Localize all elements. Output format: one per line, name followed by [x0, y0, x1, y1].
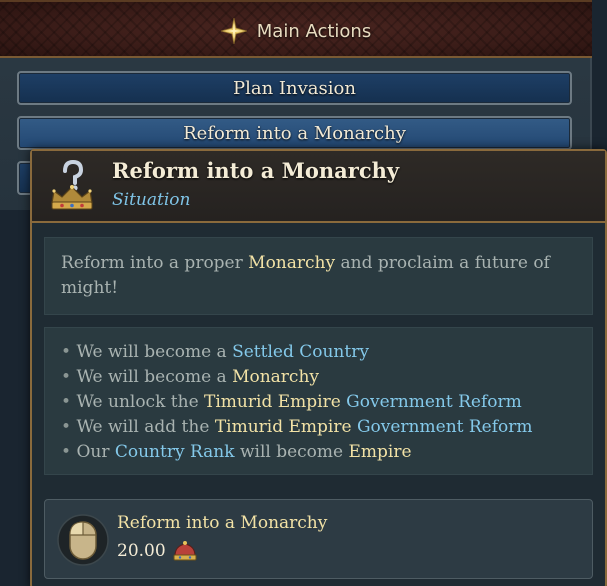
effect-row: • We will become a Monarchy [61, 365, 576, 390]
effect-row: • Our Country Rank will become Empire [61, 440, 576, 465]
empire-highlight: Empire [348, 442, 412, 462]
effect-row: • We will become a Settled Country [61, 340, 576, 365]
crown-question-icon [51, 159, 93, 210]
description-text: Reform into a proper [61, 253, 249, 273]
mouse-left-click-icon [57, 514, 109, 566]
reform-monarchy-button[interactable]: Reform into a Monarchy [17, 116, 572, 150]
effect-text: will become [234, 442, 349, 462]
effect-row: • We will add the Timurid Empire Governm… [61, 415, 576, 440]
tooltip-subtitle: Situation [112, 190, 191, 210]
bullet: • [61, 367, 77, 387]
tooltip-description: Reform into a proper Monarchy and procla… [44, 237, 593, 315]
bullet: • [61, 392, 77, 412]
bullet: • [61, 417, 77, 437]
tooltip-title: Reform into a Monarchy [112, 158, 400, 183]
crown-icon [173, 541, 197, 561]
effect-row: • We unlock the Timurid Empire Governmen… [61, 390, 576, 415]
panel-title: Main Actions [256, 20, 372, 42]
reform-tooltip: Reform into a Monarchy Situation Reform … [30, 149, 607, 586]
cost-value-row: 20.00 [117, 540, 198, 562]
effect-text: We will add the [76, 417, 215, 437]
settled-country-link[interactable]: Settled Country [232, 342, 369, 362]
panel-header: Main Actions [0, 0, 592, 58]
effect-text: Our [76, 442, 115, 462]
tooltip-cost-box: Reform into a Monarchy 20.00 [44, 499, 593, 579]
government-reform-link[interactable]: Government Reform [357, 417, 533, 437]
monarchy-highlight: Monarchy [232, 367, 320, 387]
timurid-empire-highlight: Timurid Empire [204, 392, 341, 412]
compass-star-icon [220, 18, 247, 44]
timurid-empire-highlight: Timurid Empire [214, 417, 352, 437]
effect-text: We will become a [76, 342, 233, 362]
effect-text: We unlock the [76, 392, 205, 412]
bullet: • [61, 442, 77, 462]
government-reform-link[interactable]: Government Reform [346, 392, 522, 412]
country-rank-link[interactable]: Country Rank [115, 442, 235, 462]
plan-invasion-button[interactable]: Plan Invasion [17, 71, 572, 105]
header-title-group: Main Actions [0, 16, 592, 46]
effect-text: We will become a [76, 367, 233, 387]
tooltip-header: Reform into a Monarchy Situation [32, 151, 605, 223]
cost-label: Reform into a Monarchy [117, 513, 328, 533]
monarchy-highlight: Monarchy [248, 253, 336, 273]
bullet: • [61, 342, 77, 362]
cost-value: 20.00 [117, 541, 166, 561]
tooltip-effects: • We will become a Settled Country • We … [44, 327, 593, 475]
